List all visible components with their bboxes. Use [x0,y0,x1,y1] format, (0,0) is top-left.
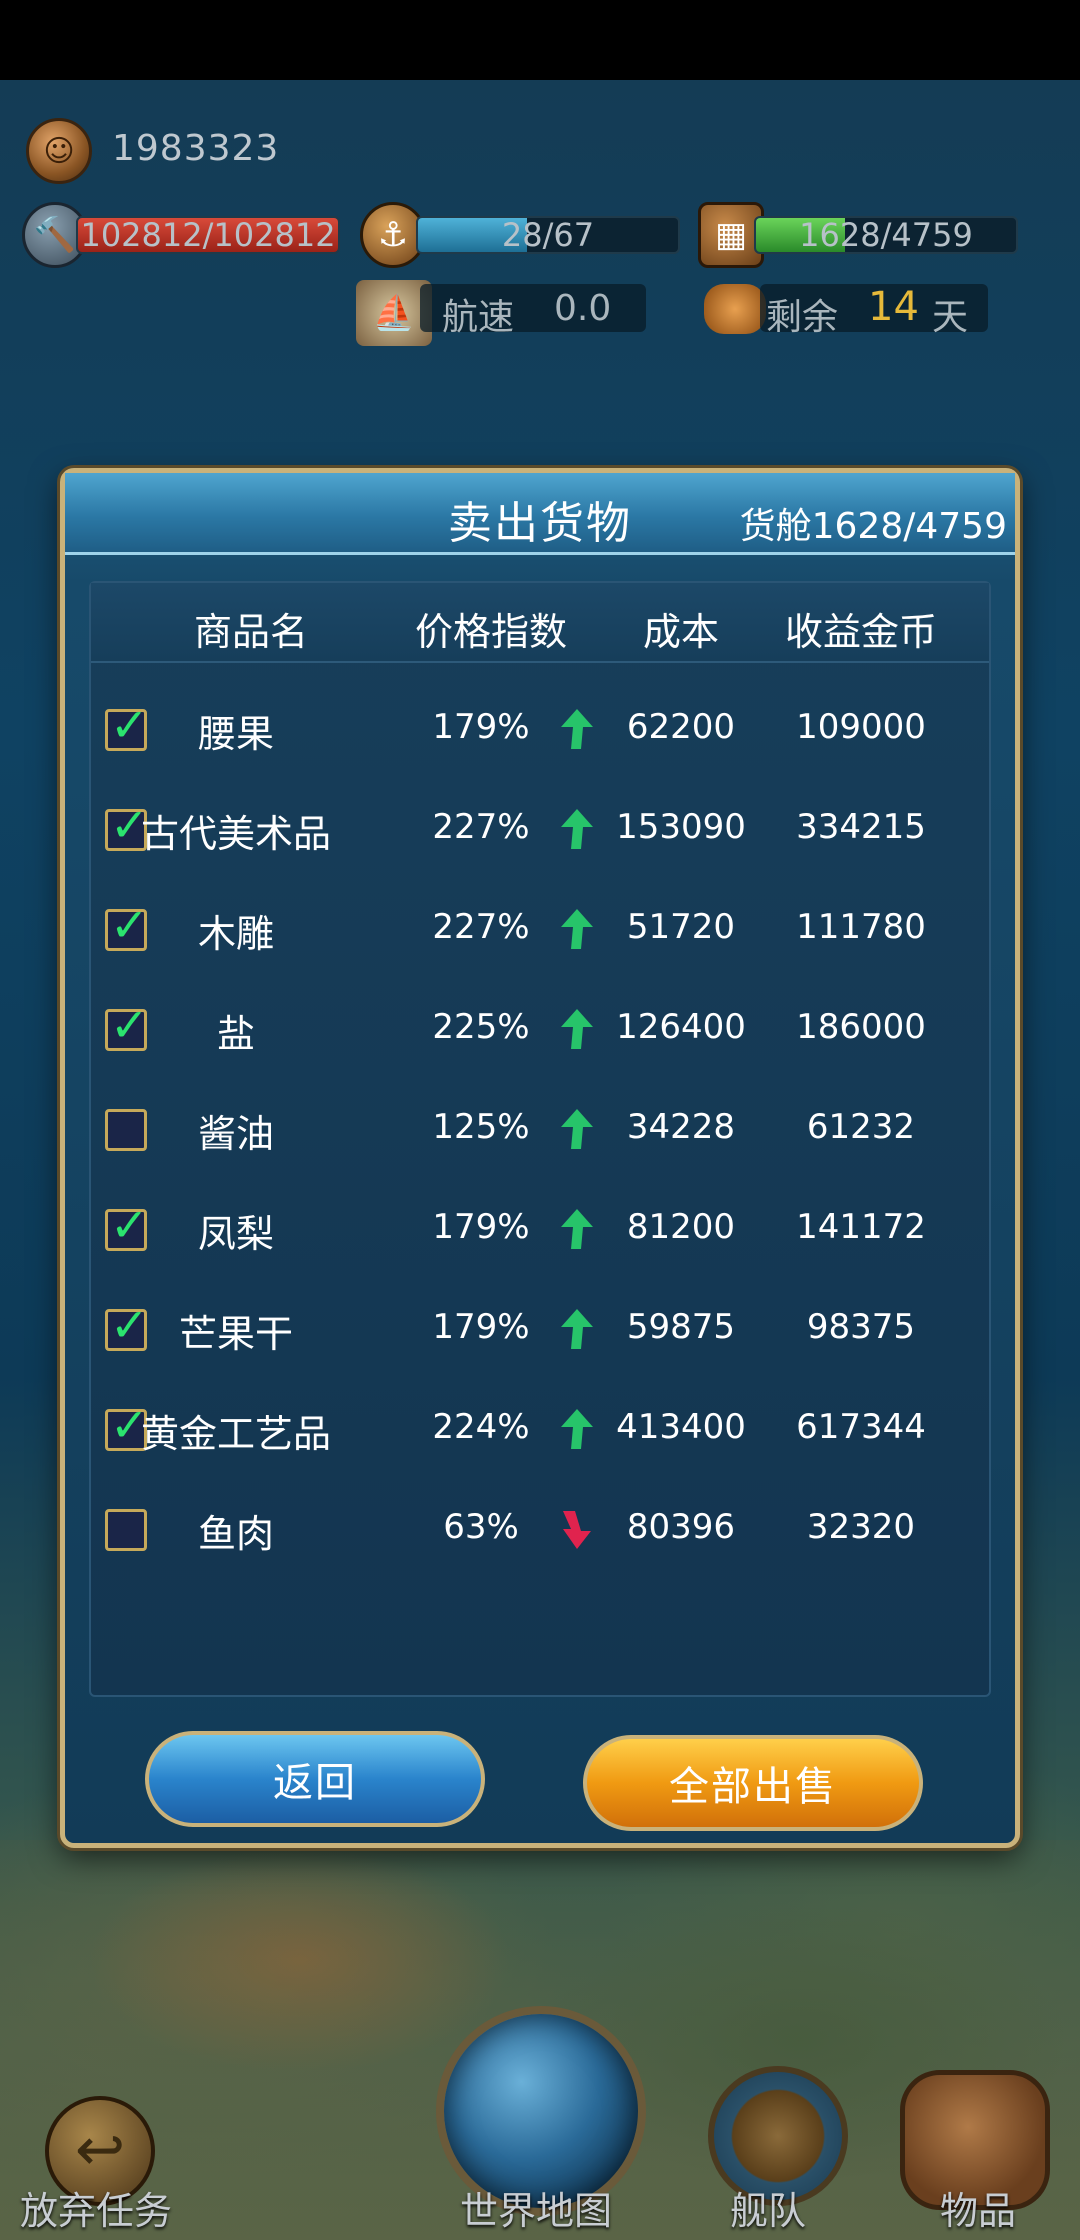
trend-up-arrow-icon [561,709,593,749]
cargo-value: 1628/4759 [799,216,973,254]
world-map-label: 世界地图 [460,2189,613,2233]
goods-name: 芒果干 [178,1312,293,1356]
revenue-value: 98375 [806,1307,916,1347]
sell-all-button[interactable]: 全部出售 [583,1735,923,1831]
revenue-value: 334215 [796,807,926,847]
trend-up-arrow-icon [561,1109,593,1149]
price-index: 125% [432,1107,530,1147]
goods-name: 木雕 [197,912,274,956]
speed-value: 0.0 [554,288,612,329]
cost-value: 413400 [616,1407,746,1447]
speed-label: 航速 [442,297,515,338]
goods-row[interactable]: 酱油 125% 34228 61232 [91,1079,989,1179]
revenue-value: 32320 [806,1507,916,1547]
goods-row[interactable]: ✓ 盐 225% 126400 186000 [91,979,989,1079]
durability-value: 102812/102812 [80,216,336,254]
trend-up-arrow-icon [561,909,593,949]
price-index: 224% [432,1407,530,1447]
goods-name: 酱油 [197,1112,274,1156]
column-header-name: 商品名 [193,610,308,654]
speed-display: 航速 0.0 [420,284,646,338]
trend-up-arrow-icon [561,1009,593,1049]
trend-up-arrow-icon [561,1409,593,1449]
trend-down-arrow-icon [563,1511,591,1549]
durability-bar: 102812/102812 [76,216,340,254]
cost-value: 81200 [626,1207,736,1247]
column-header-price-index: 价格指数 [414,610,567,654]
sell-goods-dialog: 卖出货物 货舱1628/4759 商品名 价格指数 成本 收益金币 ✓ 腰果 179… [60,468,1020,1848]
abandon-mission-label: 放弃任务 [20,2189,173,2233]
crew-bar: 28/67 [416,216,680,254]
items-label: 物品 [940,2189,1017,2233]
dialog-header: 卖出货物 货舱1628/4759 [65,473,1015,555]
price-index: 179% [432,1207,530,1247]
goods-row[interactable]: ✓ 黄金工艺品 224% 413400 617344 [91,1379,989,1479]
price-index: 227% [432,807,530,847]
revenue-value: 61232 [806,1107,916,1147]
cost-value: 51720 [626,907,736,947]
goods-row[interactable]: ✓ 木雕 227% 51720 111780 [91,879,989,979]
cargo-bar: 1628/4759 [754,216,1018,254]
goods-name: 盐 [216,1012,255,1056]
goods-table: 商品名 价格指数 成本 收益金币 ✓ 腰果 179% 62200 109000 ✓ 古代美术… [89,581,991,1697]
cost-value: 34228 [626,1107,736,1147]
revenue-value: 617344 [796,1407,926,1447]
cost-value: 126400 [616,1007,746,1047]
price-index: 63% [443,1507,519,1547]
column-header-revenue: 收益金币 [784,610,937,654]
supply-days: 14 [868,284,919,330]
supply-display: 剩余 14 天 [760,284,988,338]
trend-up-arrow-icon [561,1309,593,1349]
price-index: 179% [432,1307,530,1347]
fleet-label: 舰队 [730,2189,807,2233]
revenue-value: 109000 [796,707,926,747]
price-index: 225% [432,1007,530,1047]
revenue-value: 141172 [796,1207,926,1247]
cargo-hold-label: 货舱1628/4759 [739,506,1007,547]
cost-value: 153090 [616,807,746,847]
cost-value: 80396 [626,1507,736,1547]
table-header: 商品名 价格指数 成本 收益金币 [91,583,989,663]
goods-name: 腰果 [197,712,274,756]
revenue-value: 111780 [796,907,926,947]
supply-label: 剩余 [766,297,839,338]
bread-icon [704,284,766,334]
goods-name: 古代美术品 [140,812,331,856]
revenue-value: 186000 [796,1007,926,1047]
gold-value: 1983323 [112,128,280,169]
cost-value: 59875 [626,1307,736,1347]
price-index: 179% [432,707,530,747]
goods-name: 鱼肉 [197,1512,274,1556]
supply-unit: 天 [932,297,969,338]
goods-name: 凤梨 [197,1212,274,1256]
goods-row[interactable]: ✓ 古代美术品 227% 153090 334215 [91,779,989,879]
crew-value: 28/67 [501,216,595,254]
status-bar [0,0,1080,80]
gold-display: ☺ 1983323 [26,118,366,184]
gold-coin-icon: ☺ [26,118,92,184]
cost-value: 62200 [626,707,736,747]
back-button[interactable]: 返回 [145,1731,485,1827]
goods-row[interactable]: ✓ 芒果干 179% 59875 98375 [91,1279,989,1379]
price-index: 227% [432,907,530,947]
column-header-cost: 成本 [642,610,719,654]
trend-up-arrow-icon [561,1209,593,1249]
trend-up-arrow-icon [561,809,593,849]
goods-row[interactable]: ✓ 凤梨 179% 81200 141172 [91,1179,989,1279]
goods-row[interactable]: ✓ 腰果 179% 62200 109000 [91,679,989,779]
goods-name: 黄金工艺品 [140,1412,331,1456]
goods-row[interactable]: 鱼肉 63% 80396 32320 [91,1479,989,1579]
